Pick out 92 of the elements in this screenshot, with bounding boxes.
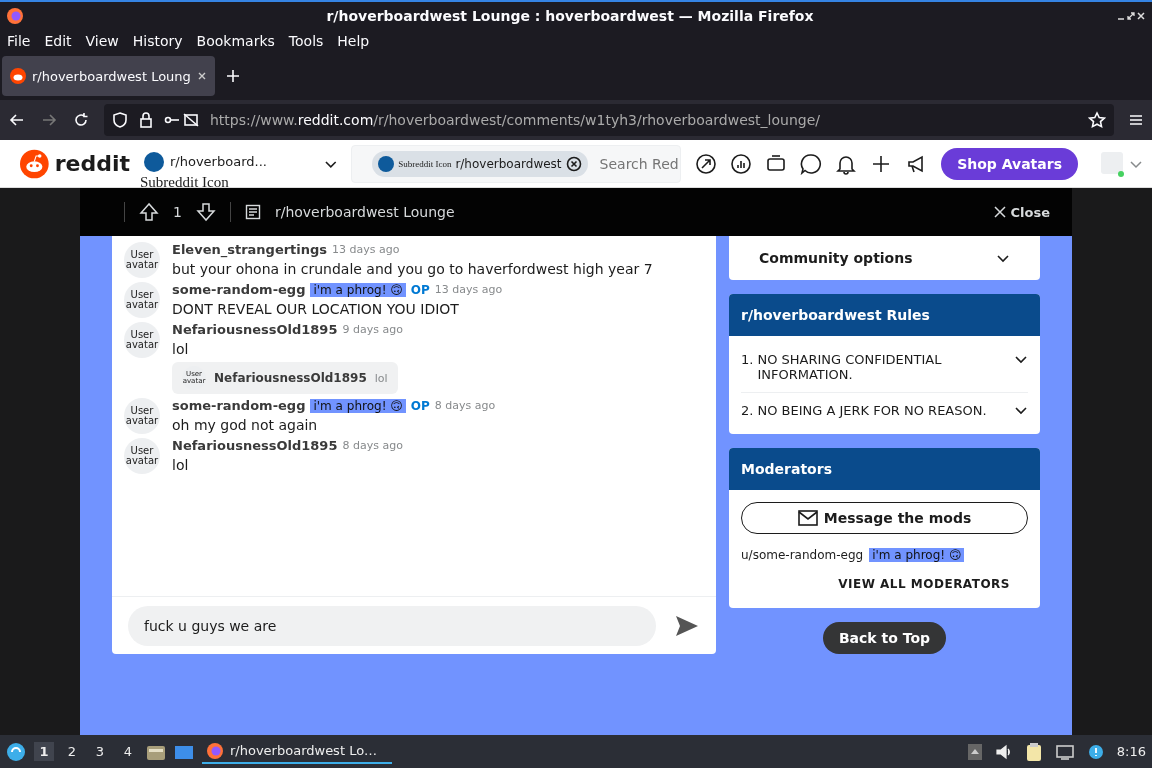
username: NefariousnessOld1895 [214, 371, 367, 385]
timestamp[interactable]: 9 days ago [342, 323, 403, 336]
comment-text: oh my god not again [172, 417, 319, 433]
view-all-moderators-link[interactable]: VIEW ALL MODERATORS [832, 576, 1016, 592]
avatar[interactable]: User avatar [124, 242, 160, 278]
community-options[interactable]: Community options [759, 250, 913, 266]
timestamp[interactable]: 13 days ago [434, 283, 503, 296]
shield-icon [112, 111, 128, 129]
user-flair: i'm a phrog! 🙃 [869, 548, 965, 562]
shop-avatars-button[interactable]: Shop Avatars [941, 147, 1078, 180]
back-to-top-button[interactable]: Back to Top [822, 622, 947, 654]
network-icon[interactable] [1054, 742, 1075, 761]
comment-text: lol [172, 457, 190, 473]
chat-icon[interactable] [800, 152, 823, 175]
menu-item[interactable]: View [85, 33, 119, 49]
timestamp[interactable]: 13 days ago [332, 243, 400, 256]
maximize-icon[interactable] [1126, 11, 1136, 21]
workspace-button[interactable]: 2 [62, 742, 82, 761]
menu-item[interactable]: Help [337, 33, 370, 49]
op-tag: OP [410, 282, 430, 297]
card-header: r/hoverboardwest Rules [729, 294, 1040, 336]
menu-item[interactable]: Bookmarks [196, 33, 275, 49]
community-chip[interactable]: Subreddit Icon r/hoverboardwest [372, 150, 588, 177]
user-flair: i'm a phrog! 🙃 [310, 282, 406, 297]
window-title: r/hoverboardwest Lounge : hoverboardwest — Mozilla Firefox [325, 8, 815, 24]
menu-item[interactable]: Edit [44, 33, 72, 49]
clear-icon[interactable] [565, 155, 582, 172]
close-icon[interactable] [196, 71, 207, 81]
upvote-icon[interactable] [139, 202, 159, 222]
username[interactable]: NefariousnessOld1895 [172, 322, 338, 337]
taskbar-task[interactable]: r/hoverboardwest Lo… [202, 739, 392, 764]
menu-icon[interactable] [1128, 112, 1144, 128]
vote-count: 1 [173, 204, 182, 220]
start-menu-icon[interactable] [6, 741, 26, 762]
menu-item[interactable]: Tools [288, 33, 324, 49]
community-selector[interactable]: r/hoverboard... [144, 151, 273, 172]
comment-text: but your ohona in crundale and you go to haverfordwest high year 7 [172, 261, 653, 277]
reply-field[interactable]: fuck u guys we are [128, 605, 656, 646]
workspace-button[interactable]: 3 [90, 742, 110, 761]
close-icon [992, 205, 1007, 219]
subreddit-icon [378, 155, 395, 172]
stats-icon[interactable] [730, 152, 753, 175]
reddit-icon [10, 68, 26, 84]
moderator-name[interactable]: u/some-random-egg [741, 548, 864, 562]
reload-icon[interactable] [72, 111, 90, 129]
timestamp[interactable]: 8 days ago [434, 399, 496, 412]
mail-icon [797, 510, 818, 526]
username[interactable]: NefariousnessOld1895 [172, 438, 338, 453]
reply-text: lol [374, 371, 388, 385]
message-mods-button[interactable]: Message the mods [741, 502, 1028, 534]
browser-tab[interactable]: r/hoverboardwest Loung [2, 56, 215, 96]
send-icon[interactable] [674, 613, 700, 638]
post-title: r/hoverboardwest Lounge [274, 204, 456, 220]
username[interactable]: some-random-egg [172, 282, 306, 297]
new-tab-icon[interactable] [224, 68, 241, 84]
subreddit-icon [144, 151, 164, 172]
username[interactable]: Eleven_strangertings [172, 242, 328, 257]
reddit-logo-icon [20, 147, 49, 180]
reddit-wordmark: reddit [54, 151, 130, 176]
card-header: Moderators [729, 448, 1040, 490]
permissions-icon [164, 111, 200, 129]
menu-item[interactable]: File [7, 33, 31, 49]
avatar[interactable]: User avatar [124, 398, 160, 434]
workspace-button[interactable]: 1 [34, 742, 54, 761]
post-icon [244, 204, 261, 220]
username[interactable]: some-random-egg [172, 398, 306, 413]
star-icon[interactable] [1088, 111, 1106, 129]
rule-item[interactable]: 1. NO SHARING CONFIDENTIAL INFORMATION. [741, 342, 1028, 393]
menu-item[interactable]: History [132, 33, 183, 49]
clipboard-icon[interactable] [1024, 741, 1043, 762]
rule-item[interactable]: 2. NO BEING A JERK FOR NO REASON. [741, 393, 1028, 428]
workspace-button[interactable]: 4 [118, 742, 138, 761]
timestamp[interactable]: 8 days ago [342, 439, 403, 452]
op-tag: OP [410, 398, 430, 413]
user-flair: i'm a phrog! 🙃 [310, 398, 406, 413]
alt-text: Subreddit Icon [140, 173, 229, 191]
comment-text: lol [172, 341, 190, 357]
clock[interactable]: 8:16 [1116, 744, 1146, 759]
lock-icon [138, 111, 154, 129]
comment-text: DONT REVEAL OUR LOCATION YOU IDIOT [172, 301, 460, 317]
downvote-icon[interactable] [195, 202, 216, 222]
close-icon[interactable] [1136, 11, 1146, 21]
volume-icon[interactable] [994, 742, 1013, 761]
popular-icon[interactable] [695, 152, 718, 175]
alt-text: Subreddit Icon [398, 158, 452, 169]
notification-icon[interactable] [1086, 742, 1105, 761]
close-button[interactable]: Close [986, 203, 1056, 221]
avatar[interactable]: User avatar [124, 282, 160, 318]
address-bar[interactable]: https://www.reddit.com/r/hoverboardwest/comments/w1tyh3/rhoverboardwest_lounge/ [104, 104, 1114, 136]
avatar[interactable]: User avatar [124, 322, 160, 358]
avatar[interactable]: User avatar [124, 438, 160, 474]
search-field[interactable]: Subreddit Icon r/hoverboardwest Search Red [351, 144, 682, 183]
